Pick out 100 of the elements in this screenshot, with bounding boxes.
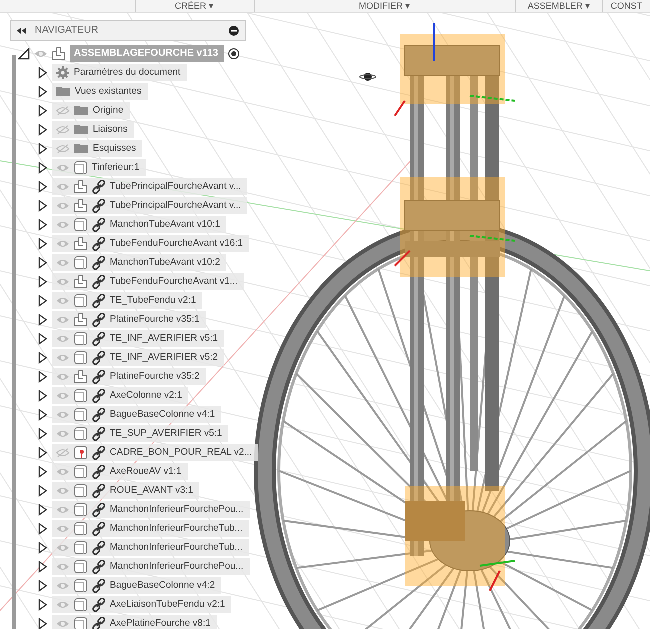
- tree-item[interactable]: TE_INF_AVERIFIER v5:2: [52, 349, 224, 366]
- body-icon: [74, 502, 88, 516]
- menu-button[interactable]: CONST: [602, 0, 650, 12]
- expand-triangle-icon[interactable]: [38, 200, 48, 212]
- item-label: Tinferieur:1: [92, 162, 140, 173]
- collapse-panel-icon[interactable]: [17, 26, 27, 34]
- collapse-triangle-icon[interactable]: [18, 48, 30, 60]
- tree-item[interactable]: Paramètres du document: [52, 64, 187, 81]
- expand-triangle-icon[interactable]: [38, 218, 48, 230]
- body-icon: [74, 388, 88, 402]
- folder-icon: [74, 105, 89, 116]
- expand-triangle-icon[interactable]: [38, 352, 48, 364]
- expand-triangle-icon[interactable]: [38, 408, 48, 420]
- item-label: ManchonInferieurFourchePou...: [110, 504, 244, 515]
- expand-triangle-icon[interactable]: [38, 238, 48, 250]
- tree-item[interactable]: BagueBaseColonne v4:1: [52, 406, 222, 423]
- tree-item[interactable]: AxeColonne v2:1: [52, 387, 188, 404]
- body-icon: [74, 578, 88, 592]
- tree-item[interactable]: PlatineFourche v35:1: [52, 311, 206, 328]
- menu-button[interactable]: MODIFIER ▾: [254, 0, 515, 12]
- item-label: PlatineFourche v35:1: [110, 314, 200, 325]
- item-label: AxeLiaisonTubeFendu v2:1: [110, 599, 226, 610]
- tree-item[interactable]: TubeFenduFourcheAvant v16:1: [52, 235, 250, 252]
- tree-item[interactable]: ManchonInferieurFourcheTub...: [52, 539, 249, 556]
- tree-item[interactable]: TubeFenduFourcheAvant v1...: [52, 273, 244, 290]
- active-radio-icon[interactable]: [228, 48, 240, 60]
- expand-triangle-icon[interactable]: [38, 522, 48, 534]
- item-label: TE_INF_AVERIFIER v5:2: [110, 352, 218, 363]
- tree-item[interactable]: PlatineFourche v35:2: [52, 368, 206, 385]
- body-icon: [74, 598, 88, 612]
- menu-button[interactable]: CRÉER ▾: [134, 0, 254, 12]
- expand-triangle-icon[interactable]: [38, 276, 48, 288]
- tree-item[interactable]: TubePrincipalFourcheAvant v...: [52, 197, 248, 214]
- tree-item[interactable]: Vues existantes: [52, 83, 148, 100]
- item-label: TE_TubeFendu v2:1: [110, 295, 196, 306]
- tree-item[interactable]: Tinferieur:1: [52, 159, 146, 176]
- item-label: PlatineFourche v35:2: [110, 371, 200, 382]
- minimize-icon[interactable]: [229, 26, 239, 36]
- expand-triangle-icon[interactable]: [38, 370, 48, 382]
- expand-triangle-icon[interactable]: [38, 142, 48, 154]
- expand-triangle-icon[interactable]: [38, 104, 48, 116]
- menu-button[interactable]: ASSEMBLER ▾: [514, 0, 602, 12]
- tree-item[interactable]: ManchonInferieurFourchePou...: [52, 501, 250, 518]
- expand-triangle-icon[interactable]: [38, 484, 48, 496]
- expand-triangle-icon[interactable]: [38, 314, 48, 326]
- expand-triangle-icon[interactable]: [38, 180, 48, 192]
- item-label: AxePlatineFourche v8:1: [110, 618, 211, 629]
- tree-item[interactable]: AxePlatineFourche v8:1: [52, 615, 217, 629]
- expand-triangle-icon[interactable]: [38, 504, 48, 516]
- item-label: TubeFenduFourcheAvant v16:1: [110, 238, 244, 249]
- expand-triangle-icon[interactable]: [38, 466, 48, 478]
- tree-item[interactable]: CADRE_BON_POUR_REAL v2...: [52, 444, 258, 461]
- tree-item[interactable]: ManchonInferieurFourcheTub...: [52, 520, 249, 537]
- settings-icon: [56, 66, 70, 80]
- expand-triangle-icon[interactable]: [38, 86, 48, 98]
- body-icon: [74, 560, 88, 574]
- panel-title: NAVIGATEUR: [35, 25, 100, 36]
- body-icon: [74, 616, 88, 629]
- body-icon: [74, 464, 88, 478]
- expand-triangle-icon[interactable]: [38, 428, 48, 440]
- item-label: Esquisses: [93, 143, 136, 154]
- expand-triangle-icon[interactable]: [38, 294, 48, 306]
- tree-item[interactable]: AxeLiaisonTubeFendu v2:1: [52, 596, 232, 613]
- item-label: CADRE_BON_POUR_REAL v2...: [110, 447, 252, 458]
- item-label: ROUE_AVANT v3:1: [110, 485, 194, 496]
- item-label: AxeColonne v2:1: [110, 390, 182, 401]
- tree-item[interactable]: ManchonTubeAvant v10:2: [52, 254, 226, 271]
- tree-item[interactable]: TE_SUP_AVERIFIER v5:1: [52, 425, 228, 442]
- tree-item[interactable]: Esquisses: [52, 140, 142, 157]
- orbit-point-icon: [360, 73, 376, 81]
- tree-item[interactable]: Liaisons: [52, 121, 134, 138]
- expand-triangle-icon[interactable]: [38, 560, 48, 572]
- expand-triangle-icon[interactable]: [38, 618, 48, 629]
- expand-triangle-icon[interactable]: [38, 598, 48, 610]
- tree-item[interactable]: TE_TubeFendu v2:1: [52, 292, 202, 309]
- tree-item[interactable]: Origine: [52, 102, 130, 119]
- expand-triangle-icon[interactable]: [38, 580, 48, 592]
- expand-triangle-icon[interactable]: [38, 256, 48, 268]
- expand-triangle-icon[interactable]: [38, 66, 48, 78]
- tree-item[interactable]: TubePrincipalFourcheAvant v...: [52, 178, 248, 195]
- tree-item[interactable]: TE_INF_AVERIFIER v5:1: [52, 330, 224, 347]
- component-icon: [74, 370, 88, 384]
- expand-triangle-icon[interactable]: [38, 390, 48, 402]
- folder-icon: [56, 86, 71, 97]
- item-label: AxeRoueAV v1:1: [110, 466, 182, 477]
- tree-item[interactable]: ManchonInferieurFourchePou...: [52, 558, 250, 575]
- body-icon: [74, 484, 88, 498]
- expand-triangle-icon[interactable]: [38, 332, 48, 344]
- expand-triangle-icon[interactable]: [38, 124, 48, 136]
- item-label: ManchonInferieurFourcheTub...: [110, 542, 243, 553]
- expand-triangle-icon[interactable]: [38, 542, 48, 554]
- body-icon: [74, 256, 88, 270]
- component-icon: [74, 180, 88, 194]
- expand-triangle-icon[interactable]: [38, 162, 48, 174]
- tree-item[interactable]: BagueBaseColonne v4:2: [52, 577, 222, 594]
- expand-triangle-icon[interactable]: [38, 446, 48, 458]
- item-label: TE_INF_AVERIFIER v5:1: [110, 333, 218, 344]
- tree-item[interactable]: ManchonTubeAvant v10:1: [52, 216, 226, 233]
- tree-item[interactable]: AxeRoueAV v1:1: [52, 463, 188, 480]
- tree-item[interactable]: ROUE_AVANT v3:1: [52, 482, 200, 499]
